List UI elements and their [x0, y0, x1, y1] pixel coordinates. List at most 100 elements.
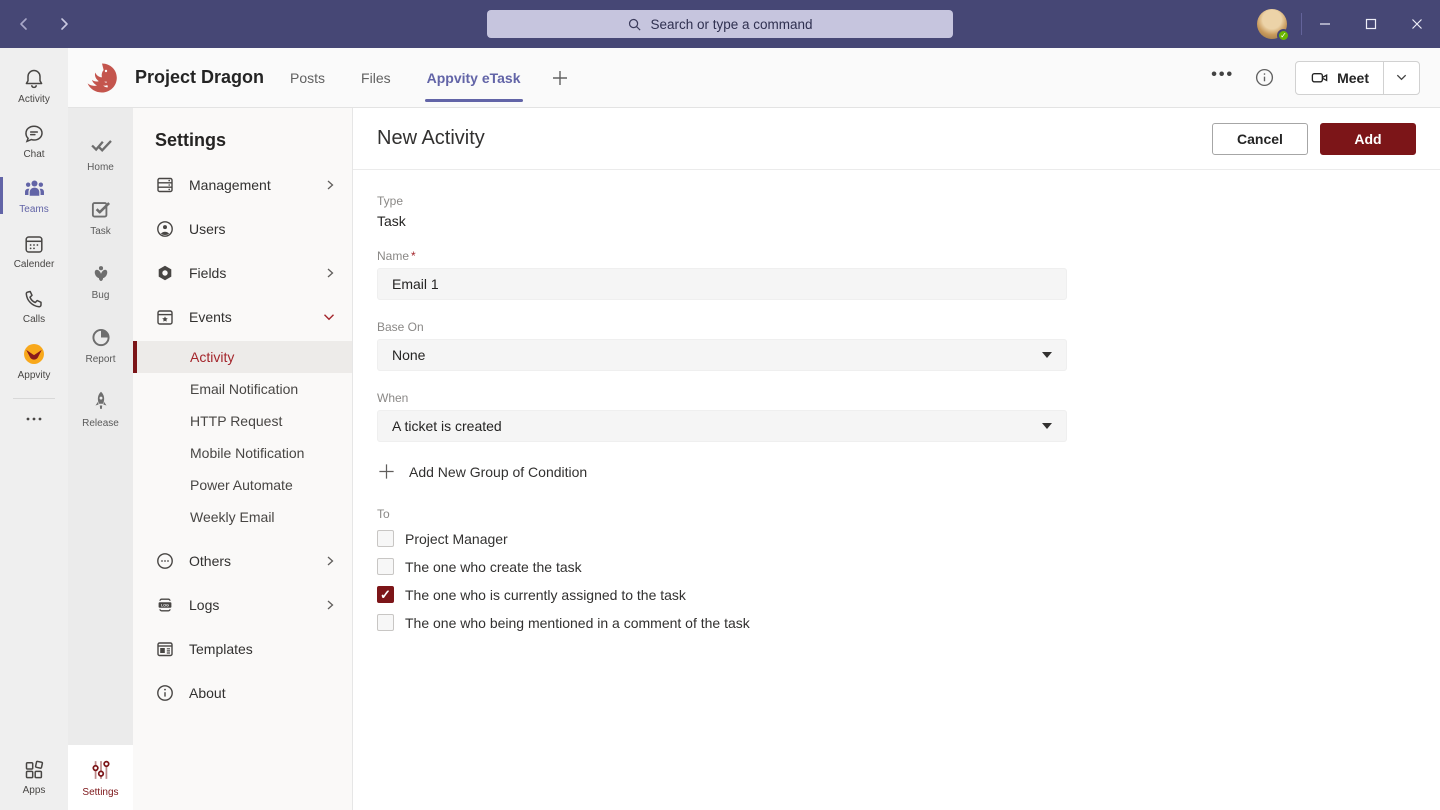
meet-button[interactable]: Meet — [1296, 62, 1383, 94]
nav-subitem-mobile-notification[interactable]: Mobile Notification — [133, 437, 352, 469]
events-children: Activity Email Notification HTTP Request… — [133, 341, 352, 533]
nav-subitem-email-notification[interactable]: Email Notification — [133, 373, 352, 405]
checkbox-label: The one who create the task — [405, 559, 582, 575]
when-dropdown[interactable]: A ticket is created — [377, 410, 1067, 442]
rail-item-chat[interactable]: Chat — [0, 113, 68, 168]
teams-icon — [22, 176, 47, 201]
nav-label: Fields — [189, 265, 310, 281]
app-rail-release[interactable]: Release — [68, 376, 133, 440]
nav-item-logs[interactable]: LOG Logs — [133, 583, 352, 627]
rail-item-activity[interactable]: Activity — [0, 58, 68, 113]
app-rail-settings[interactable]: Settings — [68, 745, 133, 810]
logs-icon: LOG — [155, 595, 175, 615]
base-on-dropdown[interactable]: None — [377, 339, 1067, 371]
rail-item-calls[interactable]: Calls — [0, 278, 68, 333]
rail-item-appvity[interactable]: Appvity — [0, 333, 68, 388]
tab-posts[interactable]: Posts — [290, 48, 325, 107]
nav-subitem-activity[interactable]: Activity — [133, 341, 352, 373]
tab-appvity-etask[interactable]: Appvity eTask — [427, 48, 521, 107]
channel-more-button[interactable]: ••• — [1211, 66, 1234, 90]
recipient-current-assignee[interactable]: The one who is currently assigned to the… — [377, 586, 1416, 603]
nav-item-templates[interactable]: Templates — [133, 627, 352, 671]
type-label: Type — [377, 194, 1416, 208]
rail-label: Appvity — [18, 370, 51, 381]
appvity-logo-icon — [21, 341, 47, 367]
management-icon — [155, 175, 175, 195]
bug-icon — [88, 260, 114, 286]
to-label: To — [377, 507, 1416, 521]
nav-item-users[interactable]: Users — [133, 207, 352, 251]
checkbox[interactable] — [377, 586, 394, 603]
checkbox[interactable] — [377, 530, 394, 547]
nav-subitem-http-request[interactable]: HTTP Request — [133, 405, 352, 437]
nav-subitem-weekly-email[interactable]: Weekly Email — [133, 501, 352, 533]
app-rail-task[interactable]: Task — [68, 184, 133, 248]
add-tab-button[interactable] — [551, 69, 569, 87]
recipient-project-manager[interactable]: Project Manager — [377, 530, 1416, 547]
team-avatar-phoenix — [84, 60, 120, 96]
fields-icon — [155, 263, 175, 283]
recipient-task-creator[interactable]: The one who create the task — [377, 558, 1416, 575]
recipient-mentioned-user[interactable]: The one who being mentioned in a comment… — [377, 614, 1416, 631]
rail-label: Settings — [82, 787, 118, 798]
rail-item-calendar[interactable]: Calender — [0, 223, 68, 278]
back-arrow-icon[interactable] — [16, 16, 32, 32]
tab-files[interactable]: Files — [361, 48, 391, 107]
task-icon — [88, 196, 114, 222]
nav-label: Templates — [189, 641, 336, 657]
rail-label: Teams — [19, 204, 48, 215]
rail-label: Bug — [92, 290, 110, 301]
minimize-button[interactable] — [1302, 0, 1348, 48]
plus-icon — [377, 462, 396, 481]
user-avatar[interactable]: ✓ — [1257, 9, 1287, 39]
add-button[interactable]: Add — [1320, 123, 1416, 155]
home-icon — [88, 132, 114, 158]
rail-label: Task — [90, 226, 111, 237]
nav-item-others[interactable]: Others — [133, 539, 352, 583]
rail-separator — [13, 398, 55, 399]
base-on-label: Base On — [377, 320, 1416, 334]
app-rail-report[interactable]: Report — [68, 312, 133, 376]
rail-label: Calender — [14, 259, 55, 270]
chat-icon — [22, 122, 46, 146]
nav-item-events[interactable]: Events — [133, 295, 352, 339]
nav-item-management[interactable]: Management — [133, 163, 352, 207]
chevron-right-icon — [324, 599, 336, 611]
apps-grid-icon — [22, 758, 46, 782]
nav-subitem-power-automate[interactable]: Power Automate — [133, 469, 352, 501]
camera-icon — [1310, 68, 1329, 87]
cancel-button[interactable]: Cancel — [1212, 123, 1308, 155]
add-condition-group-button[interactable]: Add New Group of Condition — [377, 462, 1416, 481]
nav-label: Logs — [189, 597, 310, 613]
checkbox[interactable] — [377, 558, 394, 575]
when-value: A ticket is created — [392, 418, 502, 434]
checkbox[interactable] — [377, 614, 394, 631]
templates-icon — [155, 639, 175, 659]
nav-label: Others — [189, 553, 310, 569]
channel-tabs: Posts Files Appvity eTask — [290, 48, 520, 107]
nav-item-fields[interactable]: Fields — [133, 251, 352, 295]
rail-label: Release — [82, 418, 119, 429]
when-label: When — [377, 391, 1416, 405]
nav-label: Users — [189, 221, 336, 237]
app-rail-bug[interactable]: Bug — [68, 248, 133, 312]
app-rail-home[interactable]: Home — [68, 120, 133, 184]
search-input[interactable]: Search or type a command — [487, 10, 953, 38]
forward-arrow-icon[interactable] — [56, 16, 72, 32]
events-icon — [155, 307, 175, 327]
titlebar: Search or type a command ✓ — [0, 0, 1440, 48]
rail-label: Apps — [23, 785, 46, 796]
rail-item-teams[interactable]: Teams — [0, 168, 68, 223]
svg-text:LOG: LOG — [161, 603, 169, 607]
more-apps-button[interactable] — [25, 405, 43, 433]
meet-options-button[interactable] — [1383, 62, 1419, 94]
search-icon — [627, 17, 642, 32]
close-button[interactable] — [1394, 0, 1440, 48]
rail-label: Report — [85, 354, 115, 365]
rail-item-apps[interactable]: Apps — [0, 749, 68, 804]
channel-info-button[interactable] — [1254, 67, 1275, 88]
maximize-button[interactable] — [1348, 0, 1394, 48]
name-input[interactable]: Email 1 — [377, 268, 1067, 300]
main-panel: New Activity Cancel Add Type Task Name* … — [353, 108, 1440, 810]
nav-item-about[interactable]: About — [133, 671, 352, 715]
